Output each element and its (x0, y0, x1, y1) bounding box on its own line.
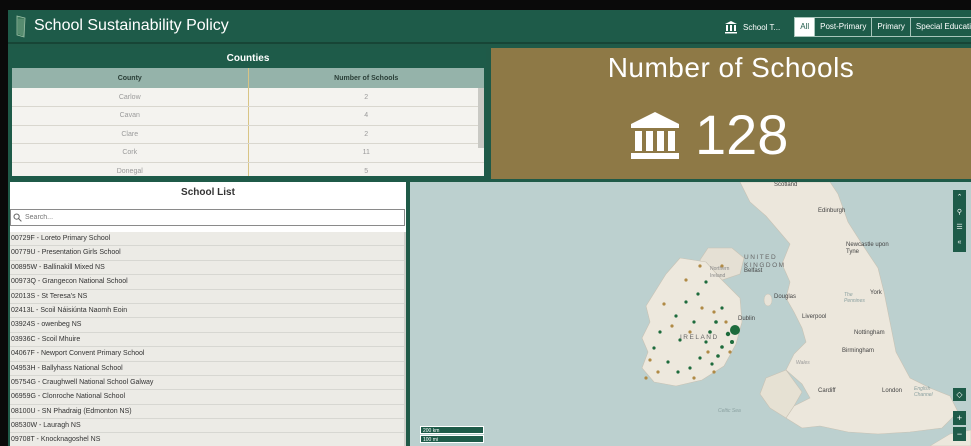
list-item[interactable]: 06959G - Clonroche National School (10, 390, 404, 405)
search-box (10, 209, 405, 226)
scale-mi: 100 mi (420, 435, 484, 443)
map-search-icon[interactable]: ⚲ (953, 205, 966, 220)
filter-primary-button[interactable]: Primary (872, 17, 911, 37)
search-icon (13, 213, 22, 222)
map-label-birmingham: Birmingham (842, 348, 875, 354)
harp-logo-icon (16, 15, 26, 38)
zoom-out-button[interactable]: − (953, 427, 966, 441)
county-cell: Cork (12, 143, 249, 163)
list-item[interactable]: 03924S - owenbeg NS (10, 318, 404, 333)
app-frame: School Sustainability Policy School T...… (8, 10, 971, 446)
map-label-ireland: IRELAND (680, 334, 719, 341)
table-row[interactable]: Cavan 4 (12, 106, 484, 126)
map-label-york: York (870, 290, 882, 296)
list-item[interactable]: 00779U - Presentation Girls School (10, 246, 404, 261)
school-building-icon (725, 21, 737, 34)
map-label-scotland: Scotland (774, 182, 798, 188)
list-item[interactable]: 00895W - Ballinakill Mixed NS (10, 260, 404, 276)
home-icon[interactable]: ◇ (953, 388, 966, 401)
counties-table: County Number of Schools Carlow 2 Cavan … (12, 68, 484, 176)
count-cell: 5 (248, 162, 484, 176)
count-cell: 11 (248, 143, 484, 163)
counties-scrollbar[interactable] (478, 88, 484, 148)
table-row[interactable]: Donegal 5 (12, 162, 484, 176)
county-cell: Donegal (12, 162, 249, 176)
map-label-cardiff: Cardiff (818, 388, 836, 394)
map-label-nottingham: Nottingham (854, 330, 885, 336)
filter-segmented-control: All Post-Primary Primary Special Educati… (794, 17, 971, 37)
map-label-belfast: Belfast (744, 268, 763, 274)
count-cell: 2 (248, 125, 484, 144)
table-row[interactable]: Carlow 2 (12, 88, 484, 107)
list-item[interactable]: 09708T - Knocknagoshel NS (10, 433, 404, 446)
list-item[interactable]: 03936C - Scoil Mhuire (10, 332, 404, 348)
list-item[interactable]: 08530W - Lauragh NS (10, 419, 404, 434)
map-label-pennines: The Pennines (844, 292, 865, 304)
collapse-up-icon[interactable]: ⌃ (953, 190, 966, 205)
list-item[interactable]: 04067F - Newport Convent Primary School (10, 347, 404, 362)
school-list-scrollbar[interactable] (404, 232, 406, 446)
count-cell: 2 (248, 88, 484, 107)
map-toolbar: ⌃ ⚲ ☰ « (953, 190, 966, 252)
list-item[interactable]: 02013S - St Teresa's NS (10, 289, 404, 304)
scale-km: 200 km (420, 426, 484, 434)
map-label-english-channel: English Channel (914, 386, 933, 398)
collapse-left-icon[interactable]: « (953, 235, 966, 250)
school-count-value: 128 (695, 103, 789, 166)
school-count-indicator: Number of Schools 128 (491, 48, 971, 179)
county-cell: Carlow (12, 88, 249, 107)
map-label-newcastle: Newcastle upon Tyne (846, 242, 889, 255)
search-input[interactable] (25, 211, 395, 224)
map-label-dublin: Dublin (738, 316, 756, 322)
list-item[interactable]: 04953H - Ballyhass National School (10, 361, 404, 376)
school-type-filter: School T... All Post-Primary Primary Spe… (724, 16, 971, 38)
map-label-northern-ireland: Northern Ireland (710, 266, 730, 279)
column-header-county[interactable]: County (12, 68, 249, 88)
map-label-edinburgh: Edinburgh (818, 208, 846, 214)
school-list: 00729F - Loreto Primary School 00779U - … (10, 232, 404, 446)
app-title: School Sustainability Policy (34, 17, 229, 34)
filter-special-education-button[interactable]: Special Education (910, 17, 971, 37)
list-item[interactable]: 00729F - Loreto Primary School (10, 232, 404, 247)
map-label-london: London (882, 388, 903, 394)
app-header: School Sustainability Policy School T...… (8, 10, 971, 44)
list-item[interactable]: 02413L - Scoil Náisiúnta Naomh Eoin (10, 303, 404, 319)
filter-all-button[interactable]: All (794, 17, 816, 37)
column-header-number-of-schools[interactable]: Number of Schools (248, 68, 484, 88)
filter-label: School T... (743, 22, 781, 32)
table-row[interactable]: Clare 2 (12, 125, 484, 144)
building-columns-icon (631, 112, 679, 159)
filter-post-primary-button[interactable]: Post-Primary (815, 17, 873, 37)
map-label-celtic-sea: Celtic Sea (718, 408, 741, 414)
list-item[interactable]: 08100U - SN Phadraig (Edmonton NS) (10, 404, 404, 420)
list-item[interactable]: 00973Q - Grangecon National School (10, 275, 404, 290)
county-cell: Clare (12, 125, 249, 144)
basemap (641, 182, 971, 446)
school-list-panel: School List 00729F - Loreto Primary Scho… (10, 182, 406, 446)
schools-map[interactable]: Scotland Edinburgh Newcastle upon Tyne U… (410, 182, 971, 446)
scale-bar: 200 km 100 mi (420, 426, 484, 444)
layer-list-icon[interactable]: ☰ (953, 220, 966, 235)
zoom-in-button[interactable]: + (953, 411, 966, 425)
map-label-wales: Wales (796, 360, 810, 366)
indicator-title: Number of Schools (607, 52, 855, 83)
county-cell: Cavan (12, 106, 249, 126)
counties-panel: Counties County Number of Schools Carlow… (10, 48, 486, 178)
map-label-douglas: Douglas (774, 294, 797, 300)
school-list-title: School List (181, 187, 235, 198)
count-cell: 4 (248, 106, 484, 126)
counties-title: Counties (12, 50, 484, 68)
map-label-liverpool: Liverpool (802, 314, 827, 320)
list-item[interactable]: 05754G - Craughwell National School Galw… (10, 375, 404, 391)
table-row[interactable]: Cork 11 (12, 143, 484, 163)
